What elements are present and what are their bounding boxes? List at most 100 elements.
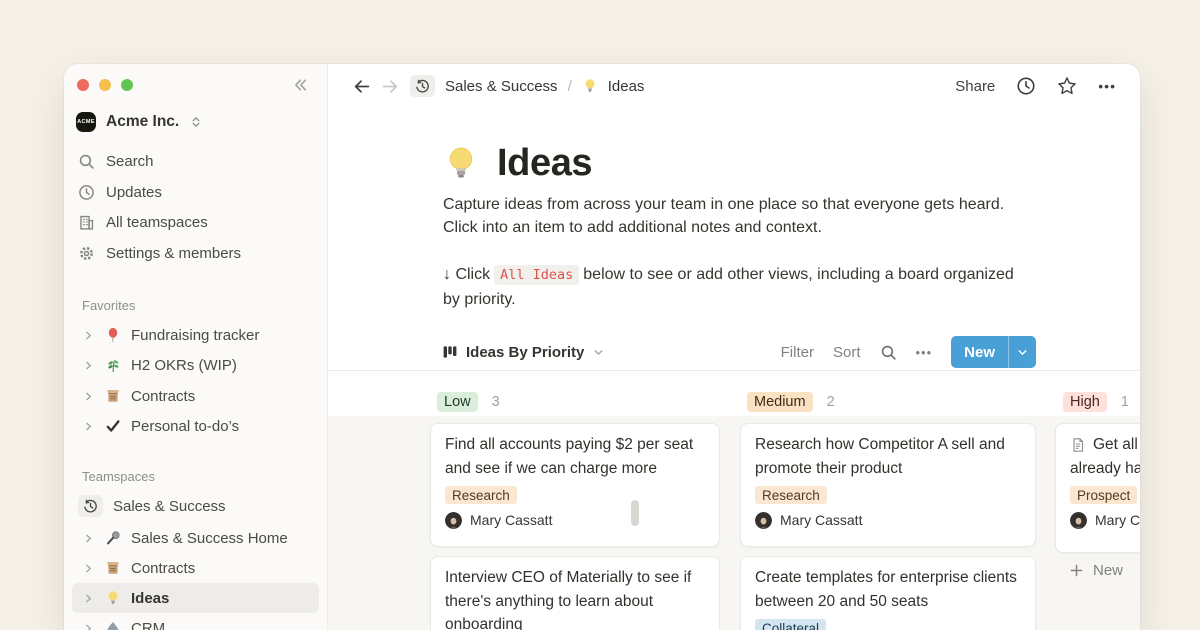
breadcrumb-teamspace[interactable]: Sales & Success xyxy=(445,78,558,95)
description-line: Capture ideas from across your team in o… xyxy=(443,193,1063,216)
sidebar-item-crm[interactable]: CRM xyxy=(72,613,319,630)
page-title-row: Ideas xyxy=(442,142,592,185)
sidebar-item-contracts-favorite[interactable]: Contracts xyxy=(72,381,319,411)
close-window-button[interactable] xyxy=(77,79,89,91)
page-title: Ideas xyxy=(497,142,592,185)
workspace-name: Acme Inc. xyxy=(106,113,179,131)
sidebar-item-ideas[interactable]: Ideas xyxy=(72,583,319,613)
sidebar-item-label: CRM xyxy=(131,620,165,630)
chevron-right-icon[interactable] xyxy=(82,592,95,605)
column-count: 1 xyxy=(1121,394,1129,410)
bulb-icon xyxy=(582,78,598,94)
card-tag: Prospect xyxy=(1070,486,1137,504)
card-person: Mary C xyxy=(1070,512,1140,529)
sidebar-item-all-teamspaces[interactable]: All teamspaces xyxy=(78,207,208,237)
sidebar-item-label: Contracts xyxy=(131,388,195,405)
more-options-icon[interactable]: ••• xyxy=(1098,78,1116,94)
chevron-right-icon[interactable] xyxy=(82,532,95,545)
star-icon[interactable] xyxy=(1057,76,1077,96)
chevron-right-icon[interactable] xyxy=(82,390,95,403)
new-button-label[interactable]: New xyxy=(951,344,1008,361)
sort-button[interactable]: Sort xyxy=(833,344,861,361)
chevron-right-icon[interactable] xyxy=(82,420,95,433)
sidebar-item-label: H2 OKRs (WIP) xyxy=(131,357,237,374)
column-badge-low[interactable]: Low xyxy=(437,392,478,412)
topbar: Sales & Success / Ideas Share ••• xyxy=(328,64,1140,108)
back-arrow-icon[interactable] xyxy=(352,77,371,96)
board-card[interactable]: Get all already ha Prospect Mary C xyxy=(1055,423,1140,553)
bulb-icon xyxy=(442,145,480,183)
sidebar-item-label: Fundraising tracker xyxy=(131,327,259,344)
board-card[interactable]: Create templates for enterprise clients … xyxy=(740,556,1036,630)
forward-arrow-icon[interactable] xyxy=(381,77,400,96)
card-tag: Collateral xyxy=(755,619,826,630)
favorites-section-label: Favorites xyxy=(82,298,135,313)
chevron-down-icon[interactable] xyxy=(1009,346,1036,359)
new-button[interactable]: New xyxy=(951,336,1036,368)
hint-line: by priority. xyxy=(443,288,1063,312)
clock-history-icon[interactable] xyxy=(410,75,435,97)
share-button[interactable]: Share xyxy=(955,78,995,95)
chevron-right-icon[interactable] xyxy=(82,622,95,630)
column-count: 2 xyxy=(827,394,835,410)
filter-button[interactable]: Filter xyxy=(781,344,814,361)
sidebar-item-settings[interactable]: Settings & members xyxy=(78,238,241,268)
board-card[interactable]: Interview CEO of Materially to see if th… xyxy=(430,556,720,630)
sidebar-item-label: Ideas xyxy=(131,590,169,607)
sidebar-item-personal-todos[interactable]: Personal to-do’s xyxy=(72,411,319,441)
card-person: Mary Cassatt xyxy=(755,512,1021,529)
zoom-window-button[interactable] xyxy=(121,79,133,91)
avatar xyxy=(445,512,462,529)
card-person: Mary Cassatt xyxy=(445,512,705,529)
sidebar-item-label: Personal to-do’s xyxy=(131,418,239,435)
balloon-icon xyxy=(105,327,121,343)
description-line: Click into an item to add additional not… xyxy=(443,216,1063,239)
breadcrumb-page[interactable]: Ideas xyxy=(608,78,645,95)
board-canvas: Find all accounts paying $2 per seat and… xyxy=(328,416,1140,630)
column-badge-medium[interactable]: Medium xyxy=(747,392,813,412)
chevron-right-icon[interactable] xyxy=(82,329,95,342)
card-title-text: Get all xyxy=(1093,433,1138,457)
card-title-line: already ha xyxy=(1070,457,1140,481)
view-toolbar: Ideas By Priority Filter Sort ••• New xyxy=(442,335,1036,369)
hint-code-chip: All Ideas xyxy=(494,265,579,285)
sidebar-item-h2-okrs[interactable]: H2 OKRs (WIP) xyxy=(72,350,319,380)
sidebar-item-updates[interactable]: Updates xyxy=(78,177,162,207)
clock-icon[interactable] xyxy=(1016,76,1036,96)
person-name: Mary Cassatt xyxy=(780,512,862,528)
column-header-medium: Medium 2 xyxy=(747,392,835,412)
sidebar-item-sales-success-home[interactable]: Sales & Success Home xyxy=(72,523,319,553)
person-name: Mary C xyxy=(1095,512,1140,528)
window-controls xyxy=(77,79,133,91)
sidebar-item-fundraising-tracker[interactable]: Fundraising tracker xyxy=(72,320,319,350)
sidebar-item-search[interactable]: Search xyxy=(78,146,154,176)
search-icon[interactable] xyxy=(880,344,897,361)
workspace-switcher[interactable]: ACME Acme Inc. xyxy=(76,112,203,132)
hint-prefix: ↓ Click xyxy=(443,266,490,283)
add-card-button[interactable]: New xyxy=(1069,562,1123,579)
sidebar-item-contracts-teamspace[interactable]: Contracts xyxy=(72,553,319,583)
view-tab-ideas-by-priority[interactable]: Ideas By Priority xyxy=(442,344,605,361)
gear-icon xyxy=(78,245,95,262)
column-header-high: High 1 xyxy=(1063,392,1129,412)
minimize-window-button[interactable] xyxy=(99,79,111,91)
chevron-right-icon[interactable] xyxy=(82,562,95,575)
scrollbar-thumb[interactable] xyxy=(631,500,639,526)
document-icon xyxy=(1070,437,1086,453)
view-name: Ideas By Priority xyxy=(466,344,584,361)
building-icon xyxy=(78,214,95,231)
workspace-logo: ACME xyxy=(76,112,96,132)
collapse-sidebar-icon[interactable] xyxy=(291,76,309,94)
sidebar-item-sales-and-success[interactable]: Sales & Success xyxy=(72,491,319,521)
card-title: Interview CEO of Materially to see if th… xyxy=(445,566,705,630)
column-header-low: Low 3 xyxy=(437,392,500,412)
page-hint: ↓ ClickAll Ideasbelow to see or add othe… xyxy=(443,263,1063,311)
board-card[interactable]: Research how Competitor A sell and promo… xyxy=(740,423,1036,547)
board-card[interactable]: Find all accounts paying $2 per seat and… xyxy=(430,423,720,547)
column-badge-high[interactable]: High xyxy=(1063,392,1107,412)
chevron-down-icon xyxy=(592,346,605,359)
chevron-right-icon[interactable] xyxy=(82,359,95,372)
view-more-options-icon[interactable]: ••• xyxy=(916,345,933,360)
person-name: Mary Cassatt xyxy=(470,512,552,528)
card-tag: Research xyxy=(755,486,827,504)
